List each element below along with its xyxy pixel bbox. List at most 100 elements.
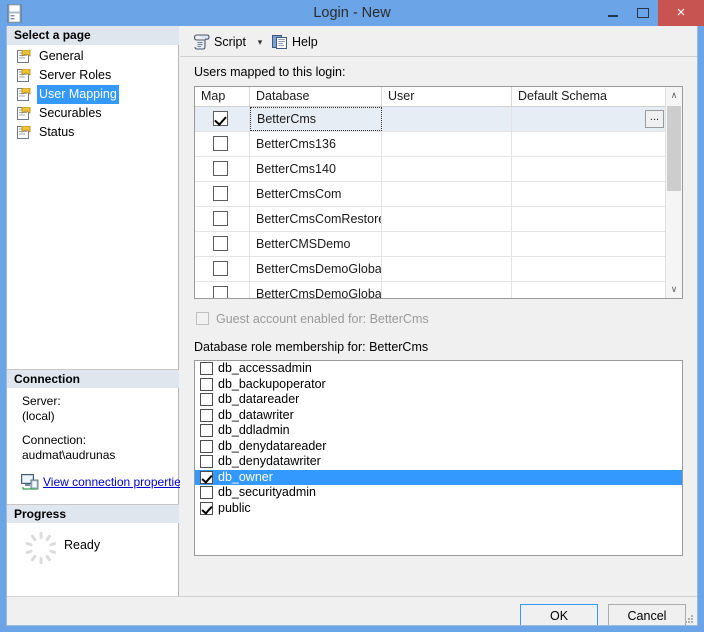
sidebar-item-label: General xyxy=(39,49,84,63)
user-cell[interactable] xyxy=(382,257,512,281)
sidebar-item-securables[interactable]: Securables xyxy=(7,104,179,123)
database-cell[interactable]: BetterCms140 xyxy=(250,157,382,181)
table-row[interactable]: BetterCmsComRestore xyxy=(195,207,667,232)
role-checkbox[interactable] xyxy=(200,470,213,484)
script-dropdown-arrow[interactable]: ▾ xyxy=(253,32,267,52)
sidebar-item-status[interactable]: Status xyxy=(7,123,179,142)
table-row[interactable]: BetterCmsDemoGlobal xyxy=(195,257,667,282)
role-checkbox[interactable] xyxy=(200,439,213,453)
map-checkbox[interactable] xyxy=(213,186,228,201)
view-connection-properties-link[interactable]: View connection properties xyxy=(43,475,187,489)
schema-browse-button[interactable]: ... xyxy=(645,110,664,128)
default-schema-cell[interactable] xyxy=(512,182,667,206)
list-item[interactable]: public xyxy=(195,501,682,517)
role-checkbox[interactable] xyxy=(200,393,213,406)
table-row[interactable]: BetterCms ... xyxy=(195,107,667,132)
map-cell[interactable] xyxy=(195,132,250,156)
user-cell[interactable] xyxy=(382,157,512,181)
map-checkbox[interactable] xyxy=(213,211,228,226)
role-checkbox[interactable] xyxy=(200,486,213,499)
scroll-up-icon[interactable]: ∧ xyxy=(666,87,682,104)
column-header-database[interactable]: Database xyxy=(250,87,382,106)
user-cell[interactable] xyxy=(382,132,512,156)
default-schema-cell[interactable] xyxy=(512,132,667,156)
default-schema-cell[interactable] xyxy=(512,157,667,181)
map-cell[interactable] xyxy=(195,282,250,298)
list-item[interactable]: db_accessadmin xyxy=(195,361,682,377)
role-checkbox[interactable] xyxy=(200,408,213,422)
maximize-button[interactable] xyxy=(628,0,658,26)
list-item[interactable]: db_datawriter xyxy=(195,408,682,424)
map-checkbox[interactable] xyxy=(213,261,228,276)
user-cell[interactable] xyxy=(382,232,512,256)
default-schema-cell[interactable] xyxy=(512,257,667,281)
minimize-button[interactable] xyxy=(598,0,628,26)
role-checkbox[interactable] xyxy=(200,377,213,391)
scroll-down-icon[interactable]: ∨ xyxy=(666,281,682,298)
help-button[interactable]: Help xyxy=(272,32,318,52)
role-checkbox[interactable] xyxy=(200,362,213,375)
close-icon: × xyxy=(676,4,686,21)
database-cell[interactable]: BetterCmsCom xyxy=(250,182,382,206)
database-cell[interactable]: BetterCms xyxy=(250,107,382,131)
sidebar-item-user-mapping[interactable]: User Mapping xyxy=(7,85,179,104)
user-cell[interactable] xyxy=(382,282,512,298)
script-button[interactable]: Script xyxy=(193,32,246,52)
map-cell[interactable] xyxy=(195,157,250,181)
cancel-button[interactable]: Cancel xyxy=(608,604,686,625)
table-row[interactable]: BetterCms140 xyxy=(195,157,667,182)
default-schema-cell[interactable]: ... xyxy=(512,107,667,131)
view-connection-properties-row[interactable]: View connection properties xyxy=(7,473,187,491)
user-cell[interactable] xyxy=(382,207,512,231)
default-schema-cell[interactable] xyxy=(512,207,667,231)
user-mapping-content: Users mapped to this login: Map Database… xyxy=(180,58,697,596)
column-header-map[interactable]: Map xyxy=(195,87,250,106)
list-item[interactable]: db_owner xyxy=(195,469,682,485)
help-icon xyxy=(272,34,289,50)
toolbar: Script ▾ Help xyxy=(180,26,697,57)
table-row[interactable]: BetterCmsDemoGlobal... xyxy=(195,282,667,298)
role-checkbox[interactable] xyxy=(200,424,213,437)
script-label: Script xyxy=(214,35,246,49)
map-checkbox[interactable] xyxy=(213,136,228,151)
list-item[interactable]: db_backupoperator xyxy=(195,377,682,393)
sidebar-item-server-roles[interactable]: Server Roles xyxy=(7,66,179,85)
column-header-user[interactable]: User xyxy=(382,87,512,106)
user-cell[interactable] xyxy=(382,182,512,206)
role-checkbox[interactable] xyxy=(200,501,213,515)
default-schema-cell[interactable] xyxy=(512,232,667,256)
database-cell[interactable]: BetterCms136 xyxy=(250,132,382,156)
list-item[interactable]: db_ddladmin xyxy=(195,423,682,439)
map-cell[interactable] xyxy=(195,182,250,206)
list-item[interactable]: db_denydatareader xyxy=(195,439,682,455)
column-header-default-schema[interactable]: Default Schema xyxy=(512,87,667,106)
table-row[interactable]: BetterCmsCom xyxy=(195,182,667,207)
grid-vertical-scrollbar[interactable]: ∧ ∨ xyxy=(665,87,682,298)
default-schema-cell[interactable] xyxy=(512,282,667,298)
scrollbar-thumb[interactable] xyxy=(667,106,681,191)
map-cell[interactable] xyxy=(195,207,250,231)
close-button[interactable]: × xyxy=(658,0,704,26)
script-icon xyxy=(193,34,210,50)
list-item[interactable]: db_denydatawriter xyxy=(195,454,682,470)
server-value: (local) xyxy=(22,409,55,423)
map-checkbox[interactable] xyxy=(213,236,228,251)
table-row[interactable]: BetterCms136 xyxy=(195,132,667,157)
database-cell[interactable]: BetterCMSDemo xyxy=(250,232,382,256)
map-cell[interactable] xyxy=(195,107,250,131)
user-cell[interactable] xyxy=(382,107,512,131)
table-row[interactable]: BetterCMSDemo xyxy=(195,232,667,257)
database-cell[interactable]: BetterCmsDemoGlobal... xyxy=(250,282,382,298)
map-cell[interactable] xyxy=(195,257,250,281)
map-cell[interactable] xyxy=(195,232,250,256)
map-checkbox[interactable] xyxy=(213,286,228,298)
sidebar-item-general[interactable]: General xyxy=(7,47,179,66)
map-checkbox[interactable] xyxy=(213,161,228,176)
role-checkbox[interactable] xyxy=(200,455,213,468)
list-item[interactable]: db_securityadmin xyxy=(195,485,682,501)
list-item[interactable]: db_datareader xyxy=(195,392,682,408)
database-cell[interactable]: BetterCmsComRestore xyxy=(250,207,382,231)
ok-button[interactable]: OK xyxy=(520,604,598,625)
map-checkbox[interactable] xyxy=(213,111,228,126)
database-cell[interactable]: BetterCmsDemoGlobal xyxy=(250,257,382,281)
